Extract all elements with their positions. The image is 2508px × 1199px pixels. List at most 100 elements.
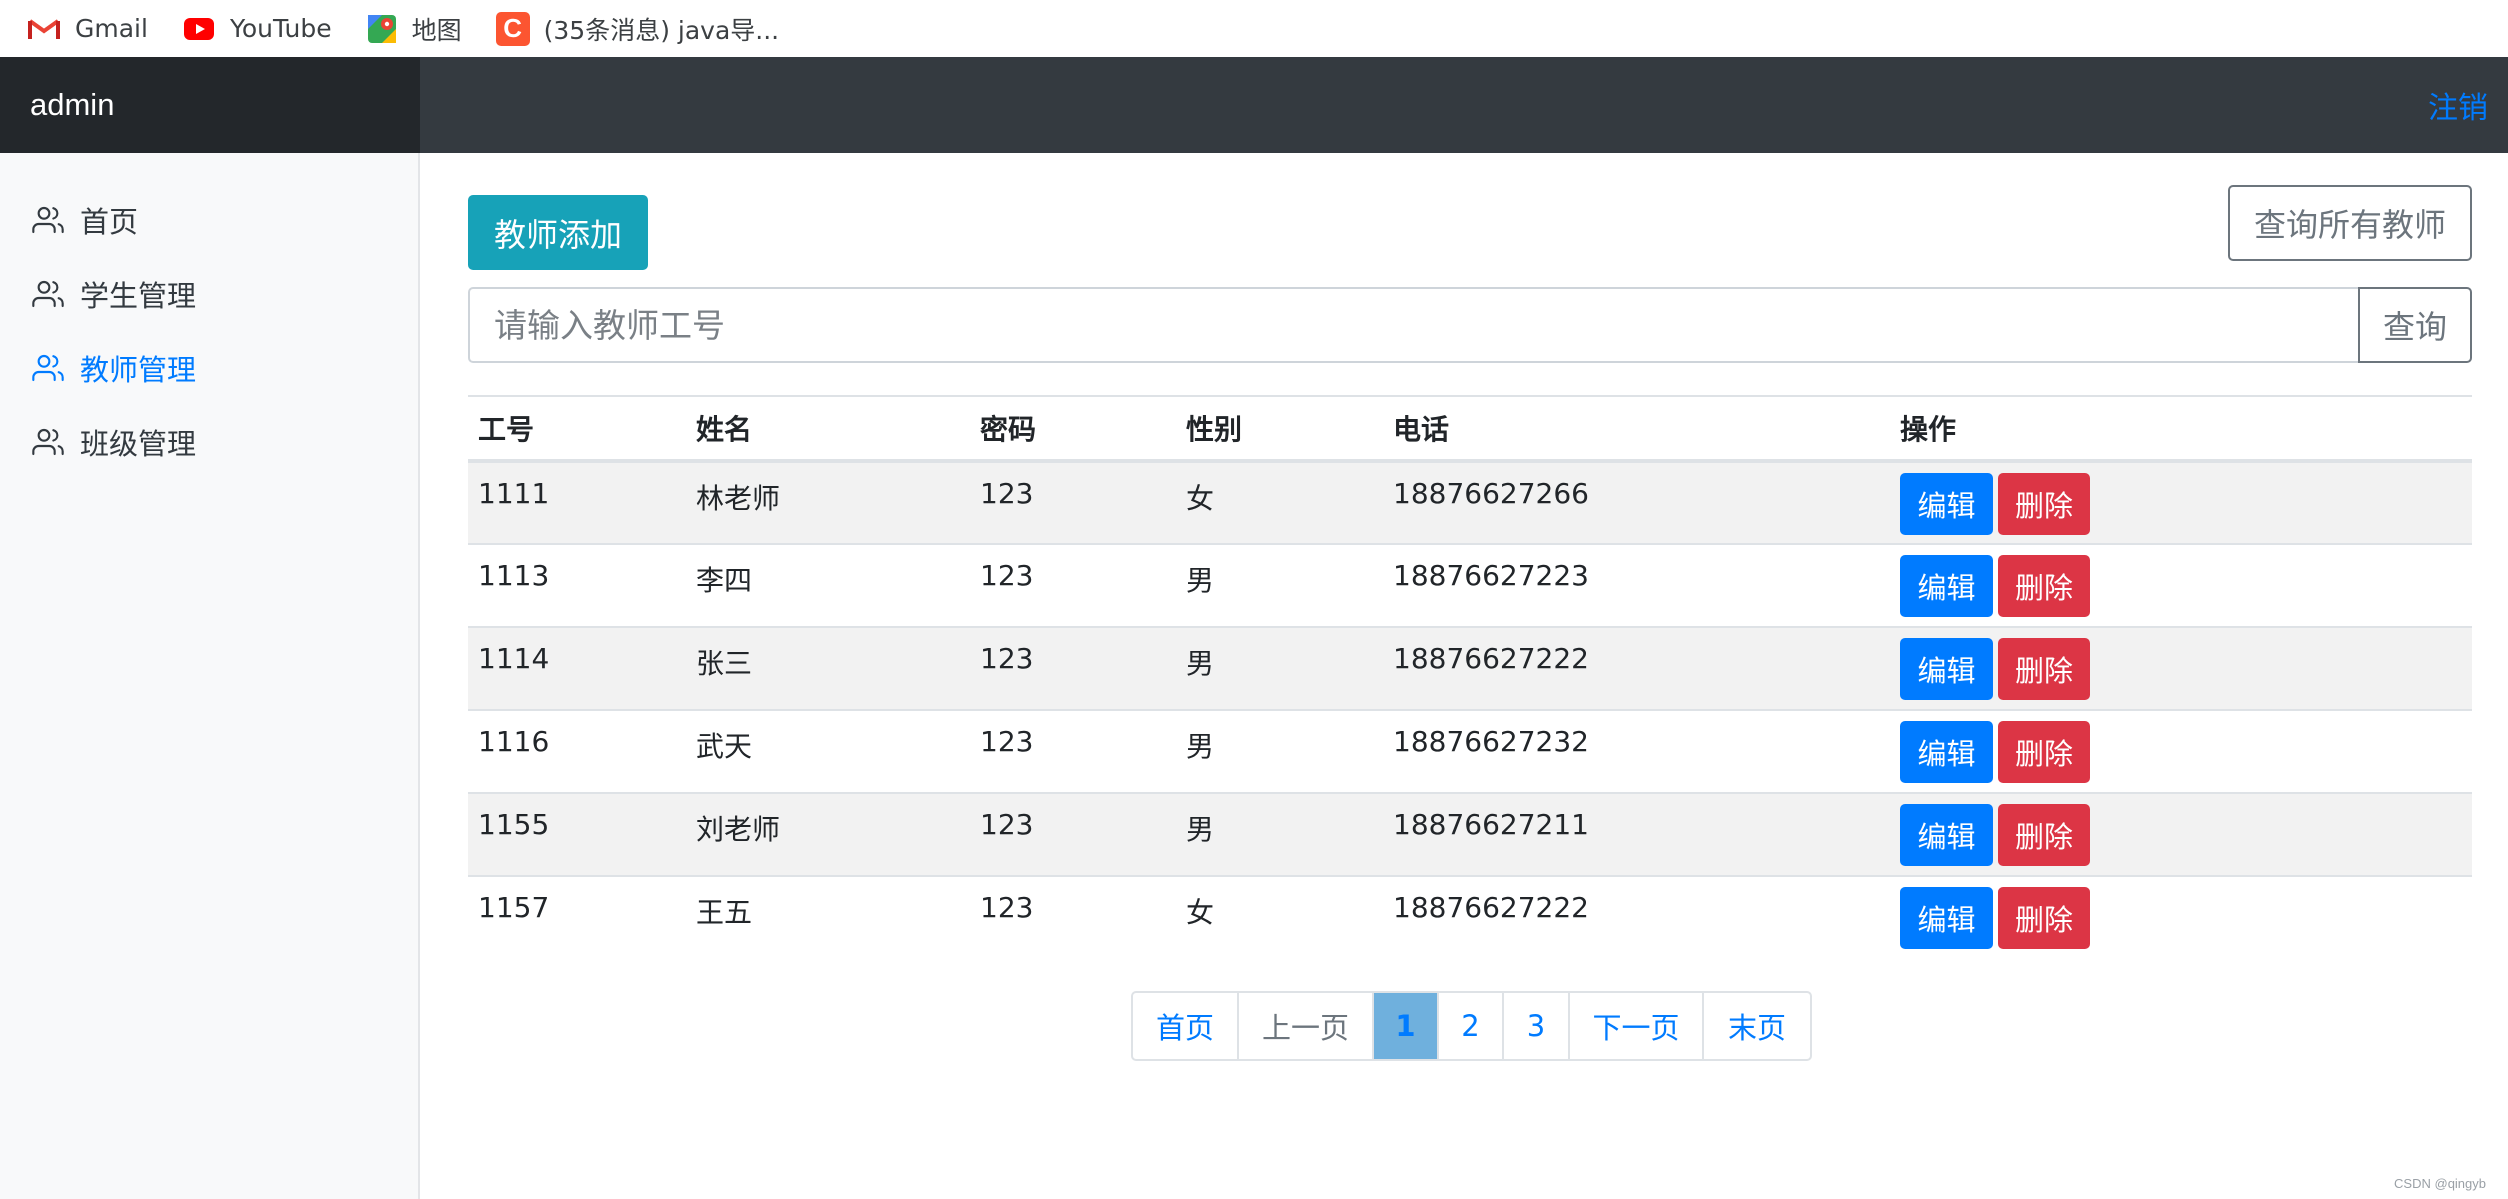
query-button[interactable]: 查询 — [2358, 287, 2472, 363]
delete-button[interactable]: 删除 — [1998, 804, 2090, 866]
table-row: 1155 刘老师 123 男 18876627211 编辑 删除 — [468, 792, 2472, 876]
cell-id: 1114 — [468, 626, 686, 710]
cell-password: 123 — [970, 709, 1176, 793]
edit-button[interactable]: 编辑 — [1900, 721, 1993, 783]
sidebar-item-teachers[interactable]: 教师管理 — [0, 331, 418, 405]
edit-button[interactable]: 编辑 — [1900, 887, 1993, 949]
csdn-icon: C — [495, 11, 530, 46]
cell-gender: 女 — [1176, 875, 1383, 959]
query-all-teachers-button[interactable]: 查询所有教师 — [2228, 185, 2472, 261]
cell-phone: 18876627211 — [1383, 792, 1890, 876]
table-row: 1116 武天 123 男 18876627232 编辑 删除 — [468, 709, 2472, 793]
cell-password: 123 — [970, 875, 1176, 959]
teacher-id-search-input[interactable] — [468, 287, 2358, 363]
cell-id: 1116 — [468, 709, 686, 793]
edit-button[interactable]: 编辑 — [1900, 804, 1993, 866]
column-header-password: 密码 — [970, 395, 1176, 463]
cell-phone: 18876627223 — [1383, 543, 1890, 627]
bookmark-label: YouTube — [229, 14, 332, 43]
bookmark-maps[interactable]: 地图 — [366, 11, 462, 47]
cell-gender: 男 — [1176, 543, 1383, 627]
cell-actions: 编辑 删除 — [1890, 875, 2472, 959]
cell-actions: 编辑 删除 — [1890, 792, 2472, 876]
table-header-row: 工号 姓名 密码 性别 电话 操作 — [468, 395, 2472, 463]
page-1[interactable]: 1 — [1374, 993, 1439, 1059]
sidebar-item-label: 班级管理 — [80, 427, 197, 461]
logout-link[interactable]: 注销 — [2428, 57, 2488, 153]
bookmark-label: 地图 — [411, 15, 462, 45]
cell-name: 李四 — [686, 543, 970, 627]
page-prev[interactable]: 上一页 — [1239, 993, 1374, 1059]
edit-button[interactable]: 编辑 — [1900, 473, 1993, 535]
table-row: 1157 王五 123 女 18876627222 编辑 删除 — [468, 875, 2472, 959]
bookmarks-bar: Gmail YouTube 地图 C (35条消息) java导... — [0, 0, 2508, 57]
cell-gender: 女 — [1176, 460, 1383, 544]
sidebar-item-home[interactable]: 首页 — [0, 183, 418, 257]
top-navbar: admin 注销 — [0, 57, 2508, 153]
bookmark-youtube[interactable]: YouTube — [182, 14, 332, 43]
cell-password: 123 — [970, 543, 1176, 627]
column-header-gender: 性别 — [1176, 395, 1383, 463]
bookmark-label: (35条消息) java导... — [543, 15, 780, 45]
column-header-name: 姓名 — [686, 395, 970, 463]
table-row: 1113 李四 123 男 18876627223 编辑 删除 — [468, 543, 2472, 627]
table-row: 1111 林老师 123 女 18876627266 编辑 删除 — [468, 460, 2472, 544]
bookmark-label: Gmail — [75, 14, 148, 43]
sidebar-item-label: 学生管理 — [80, 279, 197, 313]
sidebar: 首页 学生管理 教师管理 班级管理 — [0, 153, 420, 1199]
cell-gender: 男 — [1176, 792, 1383, 876]
cell-actions: 编辑 删除 — [1890, 709, 2472, 793]
page-first[interactable]: 首页 — [1133, 993, 1239, 1059]
column-header-id: 工号 — [468, 395, 686, 463]
cell-password: 123 — [970, 626, 1176, 710]
sidebar-item-label: 教师管理 — [80, 353, 197, 387]
users-icon — [32, 354, 64, 382]
bookmark-csdn[interactable]: C (35条消息) java导... — [495, 11, 780, 47]
edit-button[interactable]: 编辑 — [1900, 638, 1993, 700]
cell-actions: 编辑 删除 — [1890, 543, 2472, 627]
cell-phone: 18876627232 — [1383, 709, 1890, 793]
watermark: CSDN @qingyb — [2394, 1176, 2486, 1191]
edit-button[interactable]: 编辑 — [1900, 555, 1993, 617]
cell-phone: 18876627266 — [1383, 460, 1890, 544]
column-header-phone: 电话 — [1383, 395, 1890, 463]
delete-button[interactable]: 删除 — [1998, 721, 2090, 783]
cell-phone: 18876627222 — [1383, 626, 1890, 710]
page-2[interactable]: 2 — [1439, 993, 1504, 1059]
delete-button[interactable]: 删除 — [1998, 555, 2090, 617]
sidebar-item-label: 首页 — [80, 205, 139, 239]
sidebar-item-students[interactable]: 学生管理 — [0, 257, 418, 331]
delete-button[interactable]: 删除 — [1998, 473, 2090, 535]
users-icon — [32, 428, 64, 456]
column-header-actions: 操作 — [1890, 395, 2472, 463]
cell-password: 123 — [970, 792, 1176, 876]
cell-name: 刘老师 — [686, 792, 970, 876]
cell-name: 王五 — [686, 875, 970, 959]
cell-gender: 男 — [1176, 709, 1383, 793]
youtube-icon — [182, 16, 216, 42]
users-icon — [32, 206, 64, 234]
table-row: 1114 张三 123 男 18876627222 编辑 删除 — [468, 626, 2472, 710]
cell-name: 林老师 — [686, 460, 970, 544]
page-3[interactable]: 3 — [1504, 993, 1570, 1059]
sidebar-item-classes[interactable]: 班级管理 — [0, 405, 418, 479]
cell-id: 1111 — [468, 460, 686, 544]
brand[interactable]: admin — [0, 57, 420, 153]
add-teacher-button[interactable]: 教师添加 — [468, 195, 648, 270]
page-next[interactable]: 下一页 — [1570, 993, 1704, 1059]
users-icon — [32, 280, 64, 308]
cell-actions: 编辑 删除 — [1890, 460, 2472, 544]
page-last[interactable]: 末页 — [1704, 993, 1810, 1059]
bookmark-gmail[interactable]: Gmail — [27, 14, 148, 43]
cell-name: 张三 — [686, 626, 970, 710]
delete-button[interactable]: 删除 — [1998, 638, 2090, 700]
cell-name: 武天 — [686, 709, 970, 793]
search-bar: 查询 — [468, 287, 2472, 363]
teacher-table: 工号 姓名 密码 性别 电话 操作 1111 林老师 123 女 1887662… — [468, 395, 2472, 959]
maps-icon — [366, 13, 398, 45]
delete-button[interactable]: 删除 — [1998, 887, 2090, 949]
cell-id: 1157 — [468, 875, 686, 959]
cell-id: 1155 — [468, 792, 686, 876]
cell-phone: 18876627222 — [1383, 875, 1890, 959]
cell-actions: 编辑 删除 — [1890, 626, 2472, 710]
